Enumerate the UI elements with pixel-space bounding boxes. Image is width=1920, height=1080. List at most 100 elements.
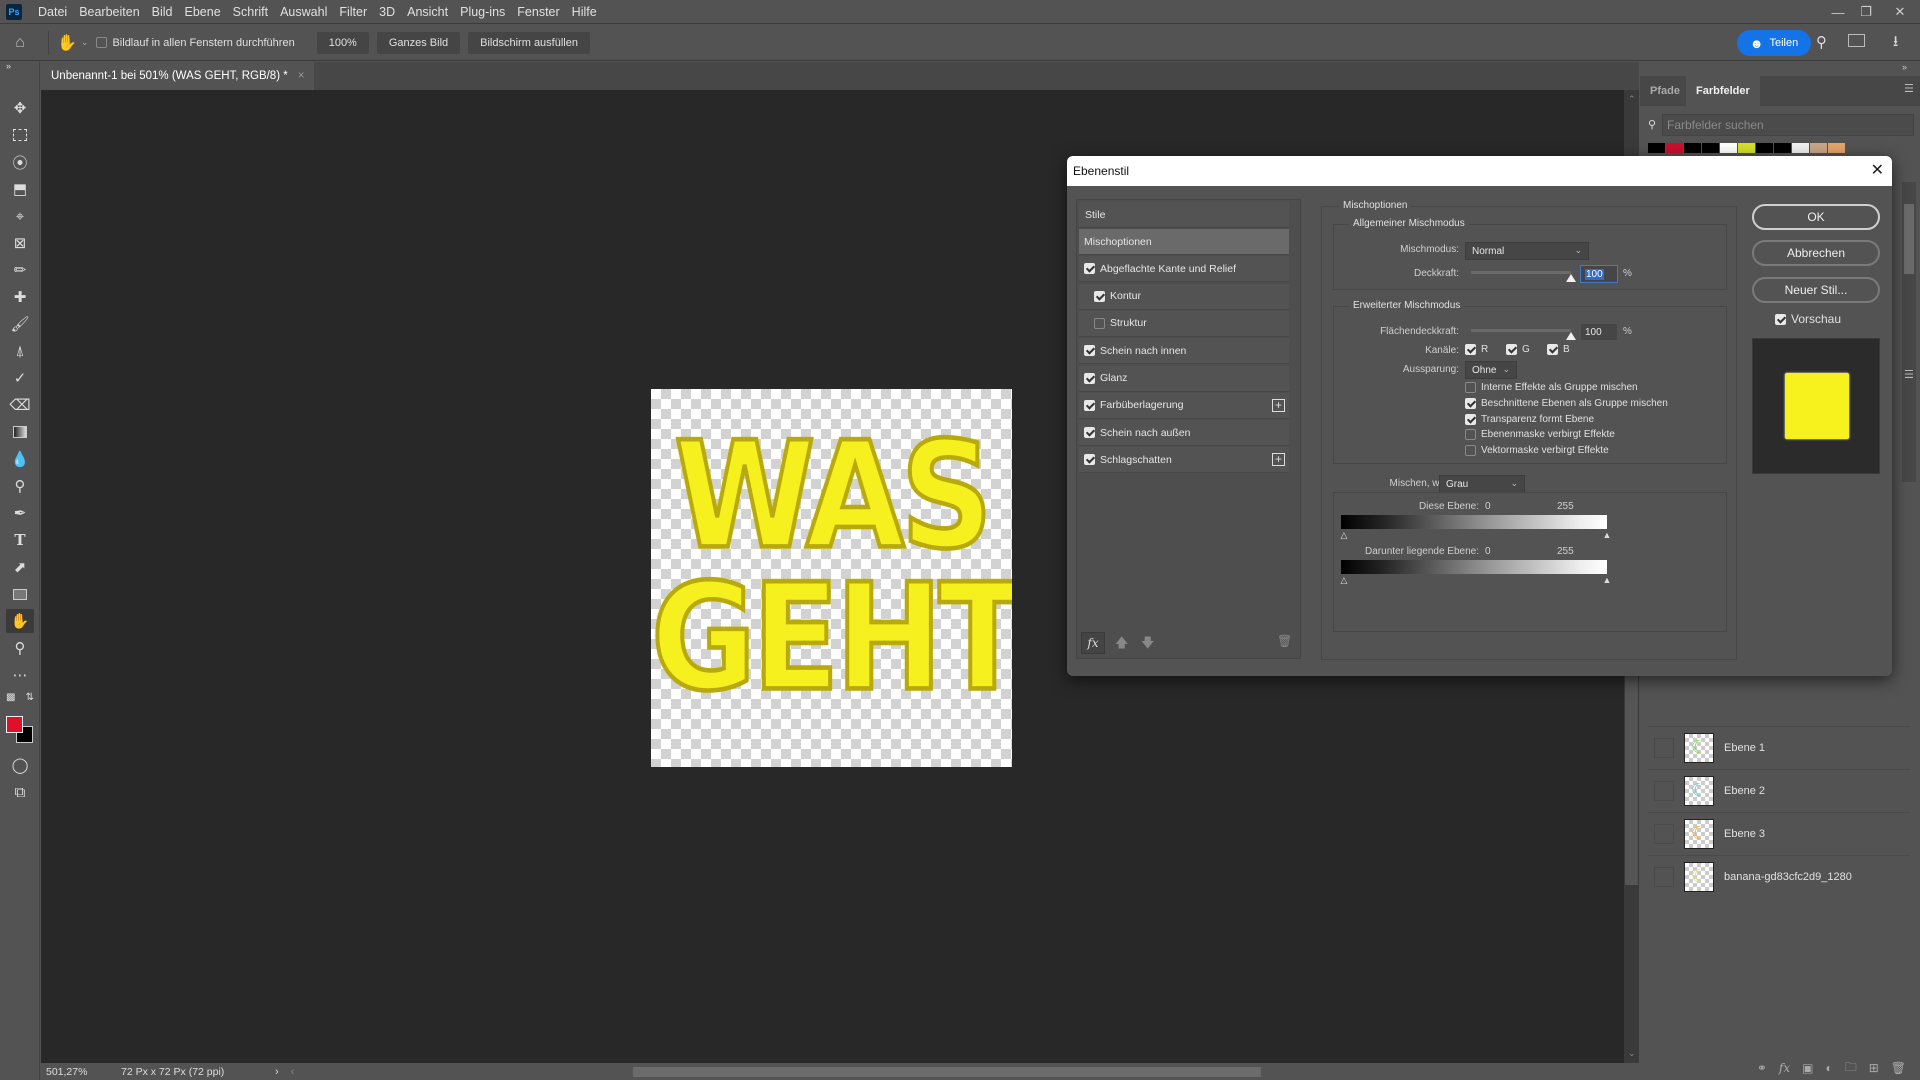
edit-toolbar-icon[interactable]: ⋯ — [6, 663, 34, 687]
blend-mode-select[interactable]: Normal ⌄ — [1465, 242, 1589, 260]
knockout-select[interactable]: Ohne ⌄ — [1465, 361, 1517, 379]
marquee-tool-icon[interactable] — [6, 123, 34, 147]
horizontal-scroll-thumb[interactable] — [633, 1067, 1261, 1077]
color-swatch[interactable] — [1828, 143, 1845, 153]
move-up-icon[interactable]: 🡅 — [1115, 634, 1128, 656]
move-down-icon[interactable]: 🡇 — [1141, 634, 1154, 656]
advanced-option-checkbox[interactable] — [1465, 397, 1476, 409]
opacity-slider-track[interactable] — [1471, 271, 1571, 274]
color-swatch[interactable] — [1810, 143, 1827, 153]
style-checkbox[interactable] — [1084, 427, 1095, 439]
delete-layer-icon[interactable]: 🗑 — [1891, 1061, 1906, 1075]
advanced-option-checkbox[interactable] — [1465, 382, 1476, 393]
color-swap-controls[interactable]: ▩ ⇅ — [6, 690, 34, 704]
opacity-slider-thumb[interactable] — [1566, 274, 1576, 282]
add-mask-icon[interactable]: ▣ — [1802, 1061, 1813, 1075]
channel-r[interactable]: R — [1465, 344, 1488, 355]
channel-b[interactable]: B — [1547, 344, 1570, 355]
panel-menu-icon[interactable]: ☰ — [1904, 82, 1914, 95]
zoom-level[interactable]: 501,27% — [41, 1066, 91, 1078]
foreground-color-swatch[interactable] — [6, 716, 23, 733]
lasso-tool-icon[interactable]: ⦿ — [6, 150, 34, 174]
scroll-down-icon[interactable]: ⌄ — [1628, 1048, 1636, 1059]
new-style-button[interactable]: Neuer Stil... — [1752, 277, 1880, 303]
menu-bild[interactable]: Bild — [146, 5, 179, 19]
scroll-all-windows-checkbox[interactable] — [96, 37, 108, 48]
workspace-icon[interactable] — [1848, 34, 1865, 47]
underlying-layer-black-slider[interactable]: △ — [1339, 576, 1349, 585]
pen-tool-icon[interactable]: ✒ — [6, 501, 34, 525]
color-swatch[interactable] — [1702, 143, 1719, 153]
style-checkbox[interactable] — [1084, 399, 1095, 411]
eraser-tool-icon[interactable]: ⌫ — [6, 393, 34, 417]
move-tool-icon[interactable]: ✥ — [6, 96, 34, 120]
export-share-icon[interactable]: ⭳ — [1893, 31, 1898, 56]
minimize-button[interactable]: — — [1824, 0, 1852, 24]
scroll-left-icon[interactable]: ‹ — [291, 1066, 295, 1078]
layer-row[interactable]: ☾ banana-gd83cfc2d9_1280 — [1648, 855, 1910, 897]
swatch-search-input[interactable]: Farbfelder suchen — [1662, 114, 1914, 136]
search-icon[interactable]: ⚲ — [1816, 33, 1827, 51]
channel-checkbox[interactable] — [1506, 344, 1517, 355]
object-selection-tool-icon[interactable]: ⬒ — [6, 177, 34, 201]
adjustment-layer-icon[interactable]: ◐ — [1825, 1061, 1832, 1075]
zoom-100-button[interactable]: 100% — [316, 31, 369, 54]
chevron-down-icon[interactable]: ⌄ — [81, 37, 89, 48]
color-swatch[interactable] — [1720, 143, 1737, 153]
color-swatch[interactable] — [1684, 143, 1701, 153]
menu-datei[interactable]: Datei — [32, 5, 73, 19]
color-swatch[interactable] — [1756, 143, 1773, 153]
this-layer-black-slider[interactable]: △ — [1339, 531, 1349, 540]
document-tab[interactable]: Unbenannt-1 bei 501% (WAS GEHT, RGB/8) *… — [41, 62, 315, 90]
swatch-scroll-thumb[interactable] — [1904, 204, 1914, 274]
menu-3d[interactable]: 3D — [373, 5, 401, 19]
rectangle-tool-icon[interactable] — [6, 582, 34, 606]
dodge-tool-icon[interactable]: ⚲ — [6, 474, 34, 498]
underlying-layer-white-slider[interactable]: ▲ — [1602, 576, 1612, 585]
blend-if-select[interactable]: Grau ⌄ — [1439, 475, 1525, 493]
hand-tool-preset-icon[interactable]: ✋ — [57, 33, 77, 53]
new-layer-icon[interactable]: ⊞ — [1869, 1061, 1879, 1075]
scroll-all-windows-option[interactable]: Bildlauf in allen Fenstern durchführen — [96, 37, 295, 49]
quick-mask-icon[interactable]: ◯ — [6, 753, 34, 777]
layer-row[interactable]: ☾ Ebene 1 — [1648, 726, 1910, 768]
clone-stamp-tool-icon[interactable]: ⍋ — [6, 339, 34, 363]
dialog-titlebar[interactable]: Ebenenstil ✕ — [1067, 156, 1892, 186]
style-item-abgeflachte-kante-und-relief[interactable]: Abgeflachte Kante und Relief — [1079, 256, 1289, 283]
swatch-scrollbar[interactable] — [1902, 182, 1916, 482]
advanced-option-checkbox[interactable] — [1465, 413, 1476, 425]
tab-farbfelder[interactable]: Farbfelder — [1686, 76, 1760, 106]
default-colors-icon[interactable]: ▩ — [6, 692, 15, 703]
menu-filter[interactable]: Filter — [333, 5, 373, 19]
color-swatch[interactable] — [1738, 143, 1755, 153]
layer-visibility-toggle[interactable] — [1654, 737, 1674, 758]
layer-row[interactable]: ☾ Ebene 2 — [1648, 769, 1910, 811]
style-item-struktur[interactable]: Struktur — [1079, 310, 1289, 337]
share-button[interactable]: ☻ Teilen — [1737, 30, 1811, 56]
style-item-kontur[interactable]: Kontur — [1079, 283, 1289, 310]
eyedropper-tool-icon[interactable]: ✏ — [6, 258, 34, 282]
fit-screen-button[interactable]: Ganzes Bild — [376, 31, 461, 54]
layer-visibility-toggle[interactable] — [1654, 823, 1674, 844]
tab-pfade[interactable]: Pfade — [1640, 76, 1690, 106]
layer-row[interactable]: ☾ Ebene 3 — [1648, 812, 1910, 854]
frame-tool-icon[interactable]: ⊠ — [6, 231, 34, 255]
advanced-option-checkbox[interactable] — [1465, 429, 1476, 441]
close-window-button[interactable]: ✕ — [1880, 0, 1920, 24]
color-swatch[interactable] — [1666, 143, 1683, 153]
expand-toolbar-icon[interactable]: » — [6, 60, 34, 72]
channel-checkbox[interactable] — [1465, 344, 1476, 355]
advanced-option[interactable]: Ebenenmaske verbirgt Effekte — [1465, 429, 1615, 441]
add-instance-icon[interactable]: + — [1272, 398, 1285, 412]
layer-visibility-toggle[interactable] — [1654, 780, 1674, 801]
path-selection-tool-icon[interactable]: ⬈ — [6, 555, 34, 579]
add-effect-fx-button[interactable]: fx — [1081, 632, 1105, 654]
swap-colors-icon[interactable]: ⇅ — [26, 692, 34, 703]
document-image[interactable]: WAS GEHT — [651, 389, 1012, 767]
layers-panel-menu-icon[interactable]: ☰ — [1904, 368, 1914, 381]
style-item-schein-nach-innen[interactable]: Schein nach innen — [1079, 338, 1289, 365]
collapse-panels-icon[interactable]: » — [1902, 62, 1907, 72]
preview-option[interactable]: Vorschau — [1775, 312, 1841, 326]
style-checkbox[interactable] — [1084, 345, 1095, 357]
healing-brush-tool-icon[interactable]: ✚ — [6, 285, 34, 309]
